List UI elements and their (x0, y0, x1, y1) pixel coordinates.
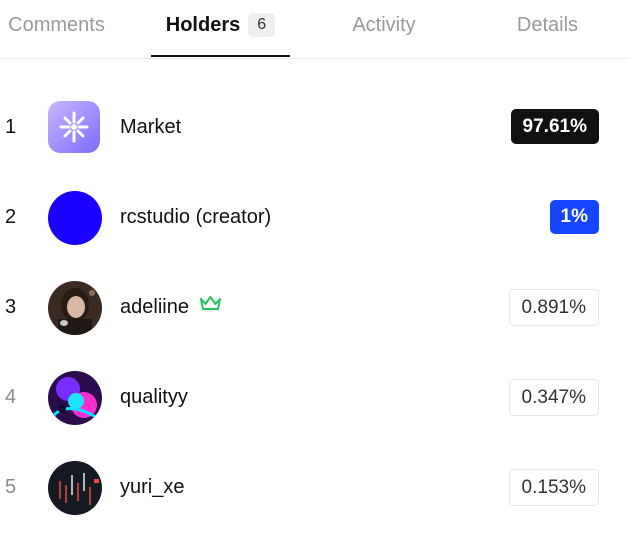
holder-percent-badge: 97.61% (510, 109, 599, 144)
holder-name: adeliine (120, 296, 189, 318)
holder-rank: 3 (5, 296, 17, 318)
tab-activity-label: Activity (352, 14, 416, 36)
holder-rank: 5 (5, 476, 17, 498)
holders-count-badge: 6 (248, 13, 276, 37)
holder-percent-badge: 1% (549, 200, 599, 234)
tab-details-label: Details (516, 14, 579, 36)
avatar (48, 371, 102, 425)
holder-row[interactable]: 3 adeliine 0.891% (0, 262, 629, 352)
holder-row[interactable]: 2 rcstudio (creator) 1% (0, 172, 629, 262)
tab-comments-label: Comments (8, 14, 105, 36)
avatar (48, 191, 102, 245)
tab-activity[interactable]: Activity (332, 0, 436, 50)
holder-rank: 4 (5, 386, 17, 408)
holder-rank: 1 (5, 116, 17, 138)
holder-name: rcstudio (creator) (120, 206, 272, 228)
holder-row[interactable]: 5 yuri_xe 0.153% (0, 442, 629, 532)
holders-tabs: Comments Holders 6 Activity Details (0, 0, 629, 59)
tab-comments[interactable]: Comments (0, 0, 113, 50)
holder-row[interactable]: 4 qualityy 0.347% (0, 352, 629, 442)
avatar (48, 281, 102, 335)
holder-name: Market (120, 116, 182, 138)
holder-percent-badge: 0.891% (508, 289, 599, 326)
holder-percent-badge: 0.347% (508, 379, 599, 416)
holder-name: qualityy (120, 386, 188, 408)
active-tab-indicator (151, 55, 290, 57)
holder-percent-badge: 0.153% (508, 469, 599, 506)
tab-holders[interactable]: Holders 6 (151, 0, 290, 50)
avatar (48, 461, 102, 515)
market-avatar-icon (48, 101, 100, 153)
holder-name: yuri_xe (120, 476, 185, 498)
holder-rank: 2 (5, 206, 17, 228)
crown-icon (199, 261, 222, 351)
tab-holders-label: Holders (165, 14, 241, 36)
holder-name-wrap: adeliine (120, 262, 222, 352)
holder-row[interactable]: 1 Market 97.61% (0, 82, 629, 172)
tab-details[interactable]: Details (500, 0, 595, 50)
